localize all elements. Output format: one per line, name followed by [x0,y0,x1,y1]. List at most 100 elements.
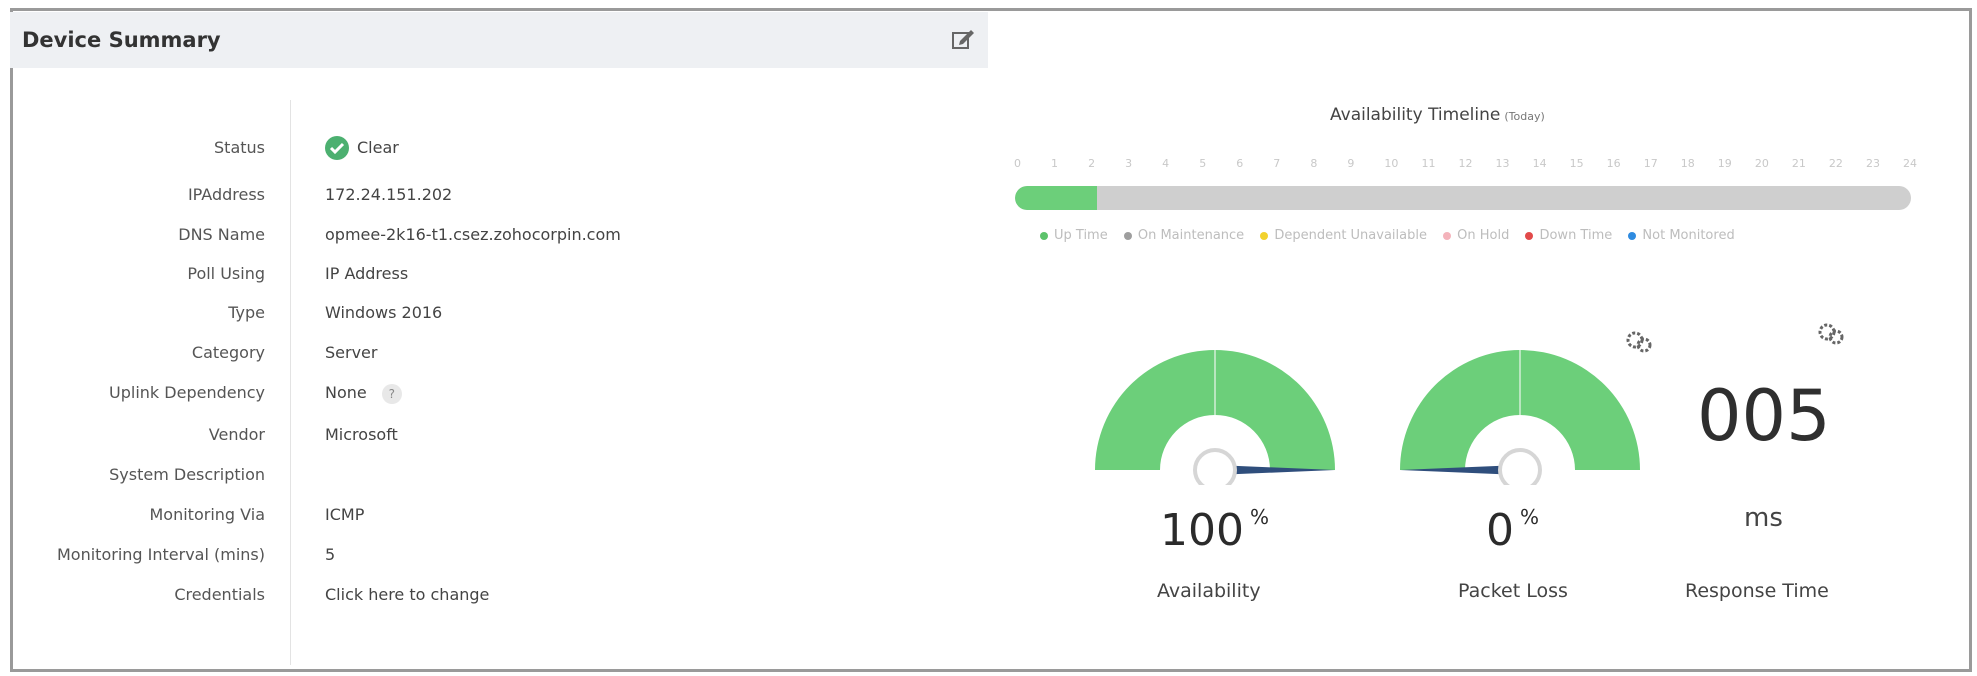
timeline-hour-tick: 12 [1458,157,1473,170]
uplink-dependency-text: None [325,383,367,402]
timeline-hour-tick: 14 [1532,157,1547,170]
legend-label: On Hold [1457,228,1510,243]
change-credentials-link[interactable]: Click here to change [325,585,489,604]
timeline-hour-tick: 19 [1717,157,1732,170]
check-circle-icon [325,136,349,160]
panel-header: Device Summary [10,12,988,68]
legend-item-on-maintenance: On Maintenance [1123,228,1245,243]
detail-label: Uplink Dependency [109,383,265,402]
detail-row-dns-name: DNS Name opmee-2k16-t1.csez.zohocorpin.c… [0,225,900,255]
detail-label: IPAddress [187,185,265,204]
response-time-value: 005 [1697,375,1831,457]
legend-label: Down Time [1539,228,1613,243]
detail-row-category: Category Server [0,343,900,373]
timeline-hour-tick: 15 [1569,157,1584,170]
legend-label: Up Time [1054,228,1108,243]
availability-label: Availability [1157,580,1261,602]
uplink-dependency-value: None ? [325,383,402,404]
detail-label: System Description [109,465,265,484]
legend-dot [1260,231,1269,240]
poll-using-value: IP Address [325,264,409,283]
status-value: Clear [357,138,399,157]
settings-icon[interactable] [1818,322,1844,350]
timeline-hour-tick: 18 [1680,157,1695,170]
availability-gauge [1095,350,1335,485]
timeline-hour-tick: 10 [1384,157,1399,170]
legend-label: Not Monitored [1642,228,1735,243]
timeline-hour-tick: 5 [1199,157,1207,170]
legend-label: Dependent Unavailable [1274,228,1427,243]
legend-dot [1443,231,1452,240]
dns-name-value: opmee-2k16-t1.csez.zohocorpin.com [325,225,621,244]
detail-row-credentials: Credentials Click here to change [0,585,900,615]
legend-dot [1628,231,1637,240]
panel-title: Device Summary [22,28,221,52]
timeline-hour-tick: 8 [1310,157,1318,170]
detail-row-ip-address: IPAddress 172.24.151.202 [0,185,900,215]
timeline-hour-tick: 21 [1791,157,1806,170]
response-time-label: Response Time [1685,580,1829,602]
timeline-title: Availability Timeline (Today) [1330,105,1545,125]
timeline-hour-tick: 4 [1162,157,1170,170]
gauge-hub [1498,448,1542,485]
legend-label: On Maintenance [1137,228,1245,243]
detail-label: Poll Using [187,264,265,283]
vendor-value: Microsoft [325,425,398,444]
legend-item-not-monitored: Not Monitored [1628,228,1735,243]
legend-dot [1525,231,1534,240]
detail-row-type: Type Windows 2016 [0,303,900,333]
help-icon[interactable]: ? [381,383,402,404]
detail-label: Category [191,343,265,362]
category-value: Server [325,343,378,362]
detail-label: DNS Name [178,225,265,244]
detail-label: Monitoring Via [149,505,266,524]
availability-value: 100% [1160,505,1269,556]
monitoring-via-value: ICMP [325,505,365,524]
detail-label: Vendor [208,425,265,444]
timeline-hour-tick: 0 [1014,157,1021,170]
type-value: Windows 2016 [325,303,443,322]
detail-row-poll-using: Poll Using IP Address [0,264,900,294]
timeline-hour-tick: 22 [1828,157,1843,170]
detail-row-uplink-dependency: Uplink Dependency None ? [0,383,900,413]
detail-row-status: Status Clear [0,136,900,168]
timeline-hour-tick: 3 [1125,157,1133,170]
packet-loss-label: Packet Loss [1458,580,1568,602]
timeline-hour-tick: 6 [1236,157,1244,170]
uptime-segment[interactable] [1015,186,1098,210]
detail-row-system-description: System Description [0,465,900,495]
timeline-hour-tick: 17 [1643,157,1658,170]
edit-icon[interactable] [950,26,976,52]
timeline-subtitle: (Today) [1504,110,1545,123]
legend-item-down-time: Down Time [1525,228,1612,243]
availability-number: 100 [1160,505,1244,556]
detail-label: Type [228,303,265,322]
ip-address-value: 172.24.151.202 [325,185,453,204]
timeline-hour-tick: 11 [1421,157,1436,170]
timeline-hour-tick: 2 [1088,157,1096,170]
availability-unit: % [1249,505,1269,529]
detail-row-monitoring-via: Monitoring Via ICMP [0,505,900,535]
response-time-unit: ms [1744,503,1783,533]
legend-item-dependent-unavailable: Dependent Unavailable [1260,228,1427,243]
timeline-title-text: Availability Timeline [1330,105,1501,125]
timeline-hour-tick: 9 [1347,157,1355,170]
timeline-hour-tick: 7 [1273,157,1281,170]
legend-dot [1040,231,1048,240]
packet-loss-unit: % [1520,505,1540,529]
detail-label: Credentials [174,585,265,604]
timeline-hour-tick: 23 [1865,157,1880,170]
timeline-hour-tick: 13 [1495,157,1510,170]
detail-row-vendor: Vendor Microsoft [0,425,900,455]
legend-item-up-time: Up Time [1040,228,1108,243]
timeline-hour-tick: 16 [1606,157,1621,170]
packet-loss-value: 0% [1486,505,1539,556]
timeline-hour-tick: 24 [1903,157,1917,170]
timeline-hour-tick: 1 [1051,157,1059,170]
detail-label: Status [214,138,265,157]
packet-loss-gauge [1400,350,1640,485]
legend-item-on-hold: On Hold [1443,228,1509,243]
packet-loss-number: 0 [1486,505,1514,556]
availability-timeline-bar[interactable] [1015,186,1911,210]
settings-icon[interactable] [1626,330,1652,358]
